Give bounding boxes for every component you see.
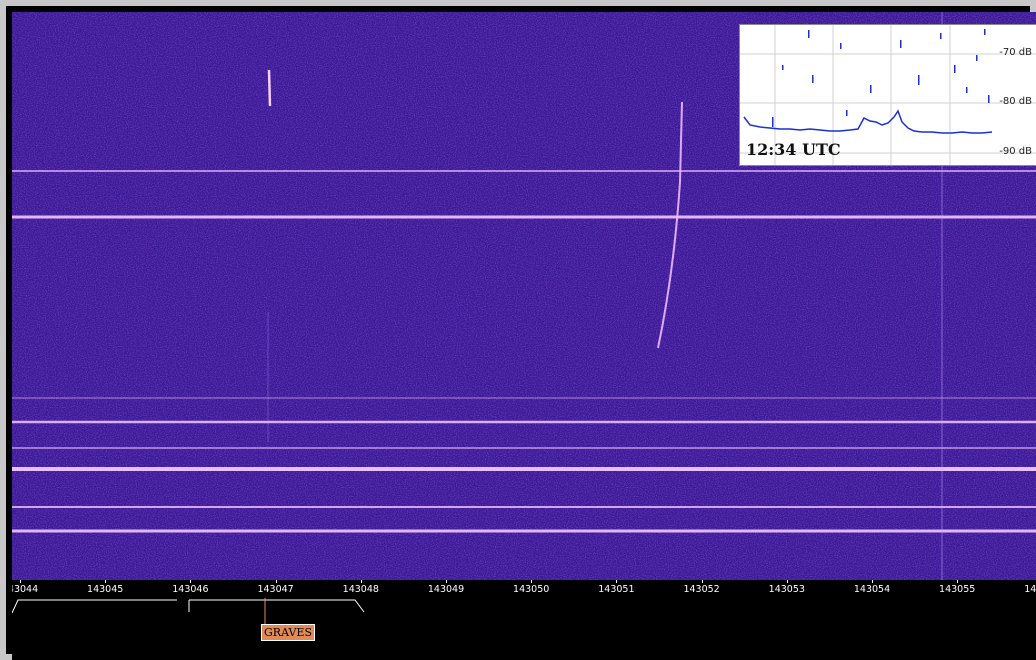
frequency-tick-mark bbox=[957, 580, 959, 583]
spectrum-inset: -70 dB -80 dB -90 dB 12:34 UTC bbox=[739, 24, 1036, 166]
frequency-tick-mark bbox=[616, 580, 618, 583]
peak-dot bbox=[940, 33, 942, 39]
frequency-tick-label: 143044 bbox=[12, 584, 39, 595]
peak-dot bbox=[900, 40, 902, 48]
frequency-tick-mark bbox=[360, 580, 362, 583]
peak-dot bbox=[954, 65, 956, 73]
meteor-echo bbox=[267, 69, 272, 107]
graves-marker-label[interactable]: GRAVES bbox=[261, 624, 315, 641]
frequency-tick-label: 143048 bbox=[342, 584, 379, 595]
peak-dot bbox=[984, 29, 986, 35]
peak-dot bbox=[988, 95, 990, 103]
frequency-tick-label: 143056 bbox=[1024, 584, 1036, 595]
frequency-tick-mark bbox=[786, 580, 788, 583]
db-label-low: -90 dB bbox=[999, 146, 1032, 157]
spectrogram-window: -70 dB -80 dB -90 dB 12:34 UTC 143044143… bbox=[0, 0, 1036, 660]
db-label-high: -70 dB bbox=[999, 47, 1032, 58]
frequency-tick-label: 143046 bbox=[172, 584, 209, 595]
time-label: 12:34 UTC bbox=[746, 140, 841, 159]
frequency-tick-mark bbox=[190, 580, 192, 583]
frequency-tick-mark bbox=[20, 580, 21, 583]
waterfall-display[interactable]: -70 dB -80 dB -90 dB 12:34 UTC bbox=[12, 12, 1036, 580]
frequency-tick-mark bbox=[701, 580, 703, 583]
peak-dot bbox=[782, 65, 784, 70]
frequency-tick-mark bbox=[872, 580, 873, 583]
peak-dot bbox=[812, 75, 814, 83]
bracket-left bbox=[12, 599, 177, 614]
frequency-tick-label: 143055 bbox=[939, 584, 976, 595]
frequency-tick-label: 143047 bbox=[257, 584, 294, 595]
marker-area: GRAVES bbox=[12, 598, 1036, 660]
peak-dot bbox=[808, 30, 810, 38]
frequency-tick-label: 143049 bbox=[427, 584, 465, 595]
frequency-tick-label: 143052 bbox=[683, 584, 720, 595]
peak-dot bbox=[846, 110, 848, 116]
frequency-tick-label: 143051 bbox=[598, 584, 635, 595]
spectrum-trace bbox=[743, 109, 993, 134]
peak-dot bbox=[966, 87, 968, 93]
peak-dot bbox=[870, 85, 872, 93]
frequency-tick-label: 143054 bbox=[853, 584, 891, 595]
db-label-mid: -80 dB bbox=[999, 96, 1032, 107]
frequency-scale[interactable]: 143044 143045 143046 143047 143048 143049 1430… bbox=[12, 580, 1036, 598]
peak-dot bbox=[772, 117, 774, 127]
band-bracket bbox=[12, 598, 365, 624]
frequency-tick-mark bbox=[275, 580, 277, 583]
frequency-tick-label: 143050 bbox=[513, 584, 550, 595]
spectrum-peaks bbox=[772, 29, 990, 127]
peak-dot bbox=[918, 75, 920, 85]
frequency-tick-mark bbox=[105, 580, 107, 583]
peak-dot bbox=[840, 43, 842, 49]
frequency-tick-mark bbox=[446, 580, 447, 583]
peak-dot bbox=[976, 55, 978, 61]
frequency-tick-label: 143045 bbox=[87, 584, 124, 595]
bracket-right bbox=[189, 599, 365, 613]
frequency-tick-label: 143053 bbox=[768, 584, 805, 595]
frequency-tick-mark bbox=[531, 580, 533, 583]
